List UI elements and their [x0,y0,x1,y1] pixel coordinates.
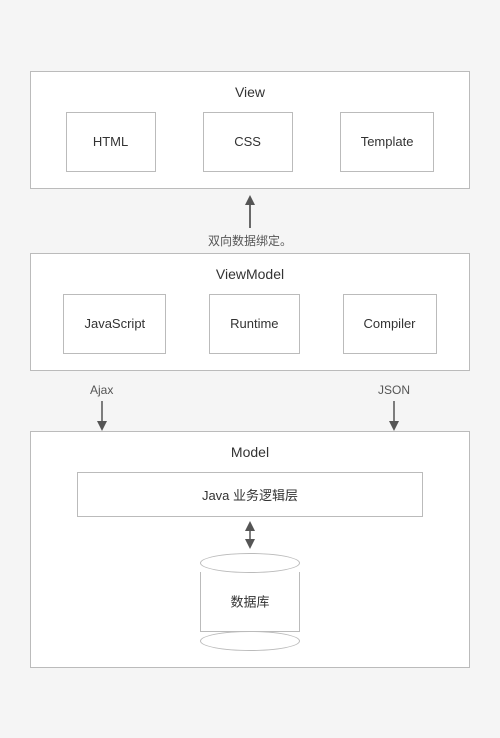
db-body: 数据库 [200,572,300,632]
java-logic-box: Java 业务逻辑层 [77,472,422,517]
model-title: Model [47,444,453,460]
db-top-ellipse [200,553,300,573]
json-label: JSON [378,383,410,397]
viewmodel-item-javascript: JavaScript [63,294,166,354]
db-bottom-ellipse [200,631,300,651]
model-layer: Model Java 业务逻辑层 数据库 [30,431,470,668]
viewmodel-model-arrows: Ajax JSON [30,371,470,431]
view-title: View [47,84,453,100]
view-item-html: HTML [66,112,156,172]
binding-label: 双向数据绑定。 [208,232,292,249]
view-item-css: CSS [203,112,293,172]
json-arrow-svg [384,401,404,431]
database-shape: 数据库 [200,553,300,651]
viewmodel-item-runtime: Runtime [209,294,299,354]
view-viewmodel-arrow: 双向数据绑定。 [30,193,470,249]
view-layer: View HTML CSS Template [30,71,470,189]
viewmodel-title: ViewModel [47,266,453,282]
model-inner: Java 业务逻辑层 数据库 [47,472,453,651]
db-label: 数据库 [230,592,269,611]
db-arrow-svg [240,521,260,549]
json-arrow-col: JSON [378,379,410,431]
view-item-template: Template [340,112,435,172]
viewmodel-item-compiler: Compiler [343,294,437,354]
viewmodel-items: JavaScript Runtime Compiler [47,294,453,354]
ajax-arrow-svg [92,401,112,431]
view-items: HTML CSS Template [47,112,453,172]
ajax-label: Ajax [90,383,113,397]
bidirectional-arrow-svg [235,193,265,228]
ajax-arrow-col: Ajax [90,379,113,431]
architecture-diagram: View HTML CSS Template 双向数据绑定。 ViewModel… [20,51,480,688]
viewmodel-layer: ViewModel JavaScript Runtime Compiler [30,253,470,371]
